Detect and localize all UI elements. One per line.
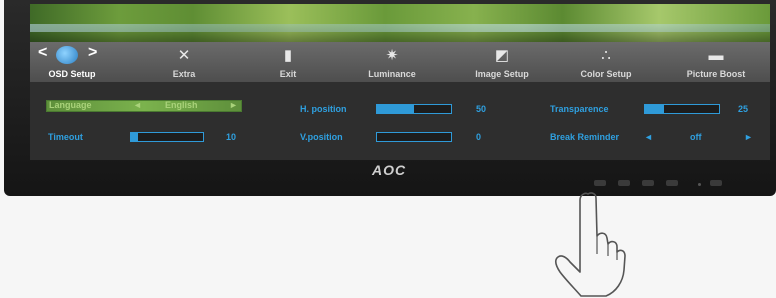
language-right-arrow[interactable]: ►: [229, 100, 238, 110]
tab-label: Picture Boost: [686, 69, 746, 79]
tab-label: Image Setup: [475, 69, 529, 79]
h-position-value: 50: [476, 104, 487, 114]
tools-icon: ✕: [177, 47, 191, 64]
language-value: English: [165, 100, 198, 110]
transparence-slider-fill: [645, 105, 664, 113]
banner-image: [30, 4, 770, 42]
monitor-button-2[interactable]: [618, 180, 630, 186]
monitor: < > OSD Setup ✕ Extra ▮ Exit ✷ Luminance…: [4, 0, 776, 196]
tab-extra[interactable]: ✕ Extra: [134, 42, 234, 82]
aoc-logo: AOC: [372, 162, 407, 178]
language-selector[interactable]: Language ◄ English ►: [46, 100, 242, 112]
transparence-label: Transparence: [550, 104, 609, 114]
break-reminder-right-arrow[interactable]: ►: [744, 132, 753, 142]
tab-label: OSD Setup: [48, 69, 96, 79]
pointing-hand-icon: [555, 192, 626, 297]
picture-boost-icon: ▬: [708, 47, 724, 64]
power-led: [698, 183, 701, 186]
exit-door-icon: ▮: [283, 47, 293, 64]
break-reminder-left-arrow[interactable]: ◄: [644, 132, 653, 142]
h-position-slider[interactable]: [376, 104, 452, 114]
tab-color-setup[interactable]: ∴ Color Setup: [556, 42, 656, 82]
v-position-value: 0: [476, 132, 482, 142]
osd-setup-panel: Language ◄ English ► Timeout 10 H. posit…: [30, 82, 770, 160]
break-reminder-value: off: [690, 132, 702, 142]
break-reminder-label: Break Reminder: [550, 132, 620, 142]
language-left-arrow[interactable]: ◄: [133, 100, 142, 110]
sun-icon: ✷: [385, 47, 399, 64]
transparence-value: 25: [738, 104, 749, 114]
h-position-slider-fill: [377, 105, 414, 113]
timeout-slider-fill: [131, 133, 139, 141]
tab-picture-boost[interactable]: ▬ Picture Boost: [666, 42, 766, 82]
color-dots-icon: ∴: [601, 47, 611, 64]
tab-label: Luminance: [368, 69, 416, 79]
timeout-value: 10: [226, 132, 237, 142]
image-setup-icon: ◩: [494, 47, 510, 64]
tab-label: Extra: [172, 69, 196, 79]
tab-image-setup[interactable]: ◩ Image Setup: [452, 42, 552, 82]
osd-screen: < > OSD Setup ✕ Extra ▮ Exit ✷ Luminance…: [30, 4, 770, 160]
monitor-button-3[interactable]: [642, 180, 654, 186]
transparence-slider[interactable]: [644, 104, 720, 114]
power-button[interactable]: [710, 180, 722, 186]
timeout-slider[interactable]: [130, 132, 204, 142]
osd-menu-bar: < > OSD Setup ✕ Extra ▮ Exit ✷ Luminance…: [30, 42, 770, 82]
tab-luminance[interactable]: ✷ Luminance: [342, 42, 442, 82]
monitor-button-4[interactable]: [666, 180, 678, 186]
tab-osd-setup[interactable]: OSD Setup: [30, 42, 122, 82]
h-position-label: H. position: [300, 104, 347, 114]
language-label: Language: [49, 100, 92, 110]
v-position-label: V.position: [300, 132, 343, 142]
v-position-slider[interactable]: [376, 132, 452, 142]
monitor-button-1[interactable]: [594, 180, 606, 186]
tab-label: Exit: [279, 69, 297, 79]
timeout-label: Timeout: [48, 132, 83, 142]
tab-exit[interactable]: ▮ Exit: [238, 42, 338, 82]
tab-label: Color Setup: [580, 69, 632, 79]
